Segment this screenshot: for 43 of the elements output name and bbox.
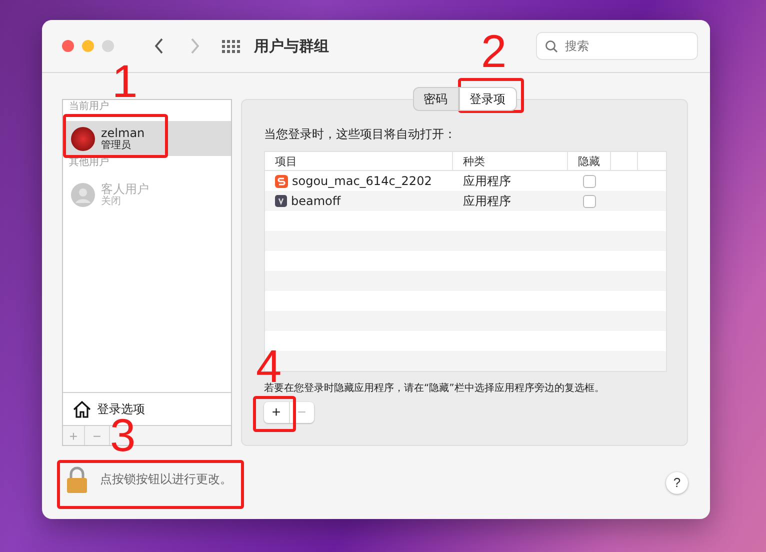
callout-number: 1 xyxy=(112,64,138,98)
column-header[interactable]: 隐藏 xyxy=(568,152,611,170)
column-header[interactable]: 种类 xyxy=(453,152,568,170)
tab[interactable]: 登录项 xyxy=(458,87,516,111)
forward-chevron-icon[interactable] xyxy=(190,38,200,54)
search-icon xyxy=(545,40,558,53)
hide-checkbox[interactable] xyxy=(583,174,596,188)
app-icon xyxy=(275,195,287,207)
table-cell: beamoff xyxy=(265,191,453,211)
table-cell: sogou_mac_614c_2202 xyxy=(265,171,453,191)
user-item[interactable]: zelman 管理员 xyxy=(63,121,231,156)
user-role: 关闭 xyxy=(101,196,122,208)
app-icon xyxy=(275,174,288,188)
callout-frame xyxy=(253,396,296,432)
zoom-button[interactable] xyxy=(102,40,114,52)
window-title: 用户与群组 xyxy=(254,36,329,56)
hide-checkbox[interactable] xyxy=(583,194,596,208)
section-heading: 当前用户 xyxy=(68,100,110,114)
help-button[interactable]: ? xyxy=(666,472,688,494)
avatar-photo xyxy=(71,126,95,150)
callout-number: 4 xyxy=(256,349,282,383)
hint-text: 若要在您登录时隐藏应用程序，请在“隐藏”栏中选择应用程序旁边的复选框。 xyxy=(264,382,606,395)
avatar-silhouette-icon xyxy=(71,182,95,206)
user-name: 客人用户 xyxy=(101,182,149,196)
user-role: 管理员 xyxy=(101,140,132,152)
table-cell-text: 应用程序 xyxy=(462,192,512,210)
lock-hint-text: 点按锁按钮以进行更改。 xyxy=(100,471,233,488)
tab[interactable]: 密码 xyxy=(412,87,458,111)
search-field[interactable]: 搜索 xyxy=(536,32,698,60)
column-header[interactable]: 项目 xyxy=(265,152,453,170)
back-chevron-icon[interactable] xyxy=(154,38,164,54)
callout-frame xyxy=(458,78,524,113)
table-row[interactable]: beamoff 应用程序 xyxy=(265,191,666,211)
house-icon xyxy=(73,400,91,418)
padlock-icon[interactable] xyxy=(66,466,88,494)
add-item-button[interactable]: + xyxy=(264,402,290,423)
callout-number: 2 xyxy=(481,34,507,68)
minimize-button[interactable] xyxy=(82,40,94,52)
table-cell-text: 应用程序 xyxy=(462,172,512,190)
close-button[interactable] xyxy=(62,40,74,52)
app-grid-icon[interactable] xyxy=(222,40,240,52)
user-name: zelman xyxy=(101,126,145,140)
intro-text: 当您登录时，这些项目将自动打开： xyxy=(264,126,457,143)
